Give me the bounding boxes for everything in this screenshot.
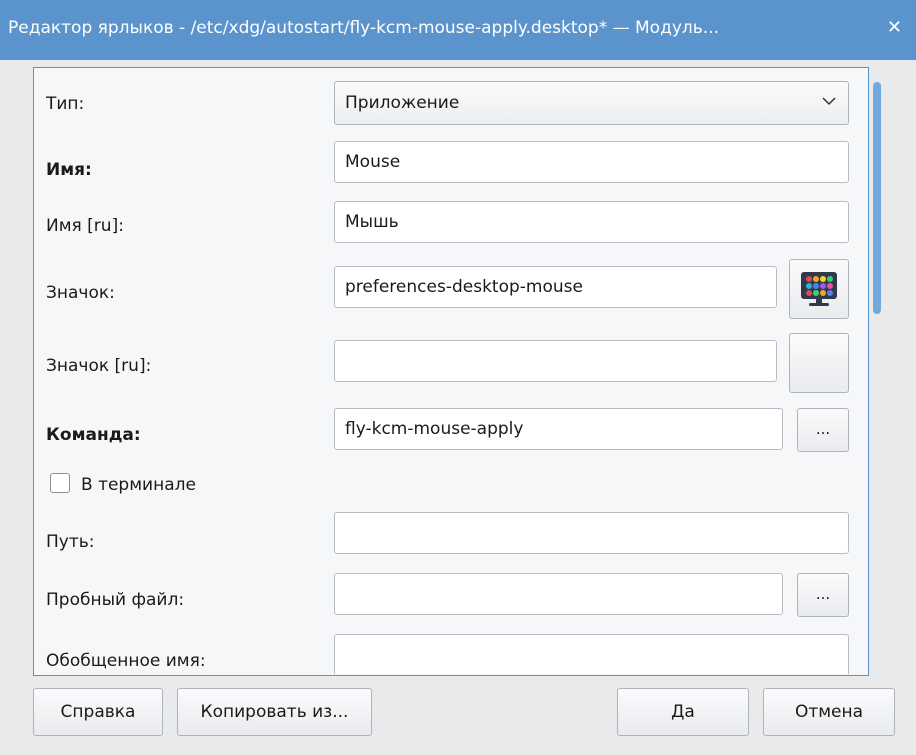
form-panel: Тип: Приложение Имя: Имя [ru]: Значок: З… <box>33 67 869 676</box>
generic-name-input[interactable] <box>334 634 849 674</box>
generic-name-label: Обобщенное имя: <box>46 651 206 671</box>
try-file-input[interactable] <box>334 573 783 615</box>
cancel-button[interactable]: Отмена <box>763 688 895 736</box>
window-title: Редактор ярлыков - /etc/xdg/autostart/fl… <box>8 18 719 38</box>
copy-from-button[interactable]: Копировать из... <box>177 688 372 736</box>
chevron-down-icon <box>822 97 836 106</box>
close-icon[interactable]: ✕ <box>887 17 902 38</box>
type-select-value: Приложение <box>345 93 460 113</box>
name-ru-label: Имя [ru]: <box>46 216 124 236</box>
command-input[interactable] <box>334 408 783 450</box>
terminal-checkbox[interactable] <box>50 473 70 493</box>
icon-input[interactable] <box>334 266 777 308</box>
name-ru-input[interactable] <box>334 201 849 243</box>
command-browse-button[interactable]: ... <box>797 408 849 452</box>
try-file-label: Пробный файл: <box>46 590 185 610</box>
command-label: Команда: <box>46 425 141 445</box>
icon-ru-label: Значок [ru]: <box>46 356 152 376</box>
type-select[interactable]: Приложение <box>334 81 849 125</box>
preferences-desktop-mouse-icon <box>801 272 837 306</box>
title-bar: Редактор ярлыков - /etc/xdg/autostart/fl… <box>0 0 916 60</box>
name-input[interactable] <box>334 141 849 183</box>
icon-ru-input[interactable] <box>334 340 777 382</box>
scrollbar-thumb[interactable] <box>873 82 881 314</box>
try-file-browse-button[interactable]: ... <box>797 573 849 617</box>
icon-ru-picker-button[interactable] <box>789 333 849 393</box>
help-button[interactable]: Справка <box>33 688 163 736</box>
terminal-label: В терминале <box>81 475 196 495</box>
ok-button[interactable]: Да <box>617 688 749 736</box>
path-label: Путь: <box>46 532 95 552</box>
path-input[interactable] <box>334 512 849 554</box>
name-label: Имя: <box>46 160 92 180</box>
icon-picker-button[interactable] <box>789 259 849 319</box>
type-label: Тип: <box>46 94 85 114</box>
icon-label: Значок: <box>46 283 115 303</box>
